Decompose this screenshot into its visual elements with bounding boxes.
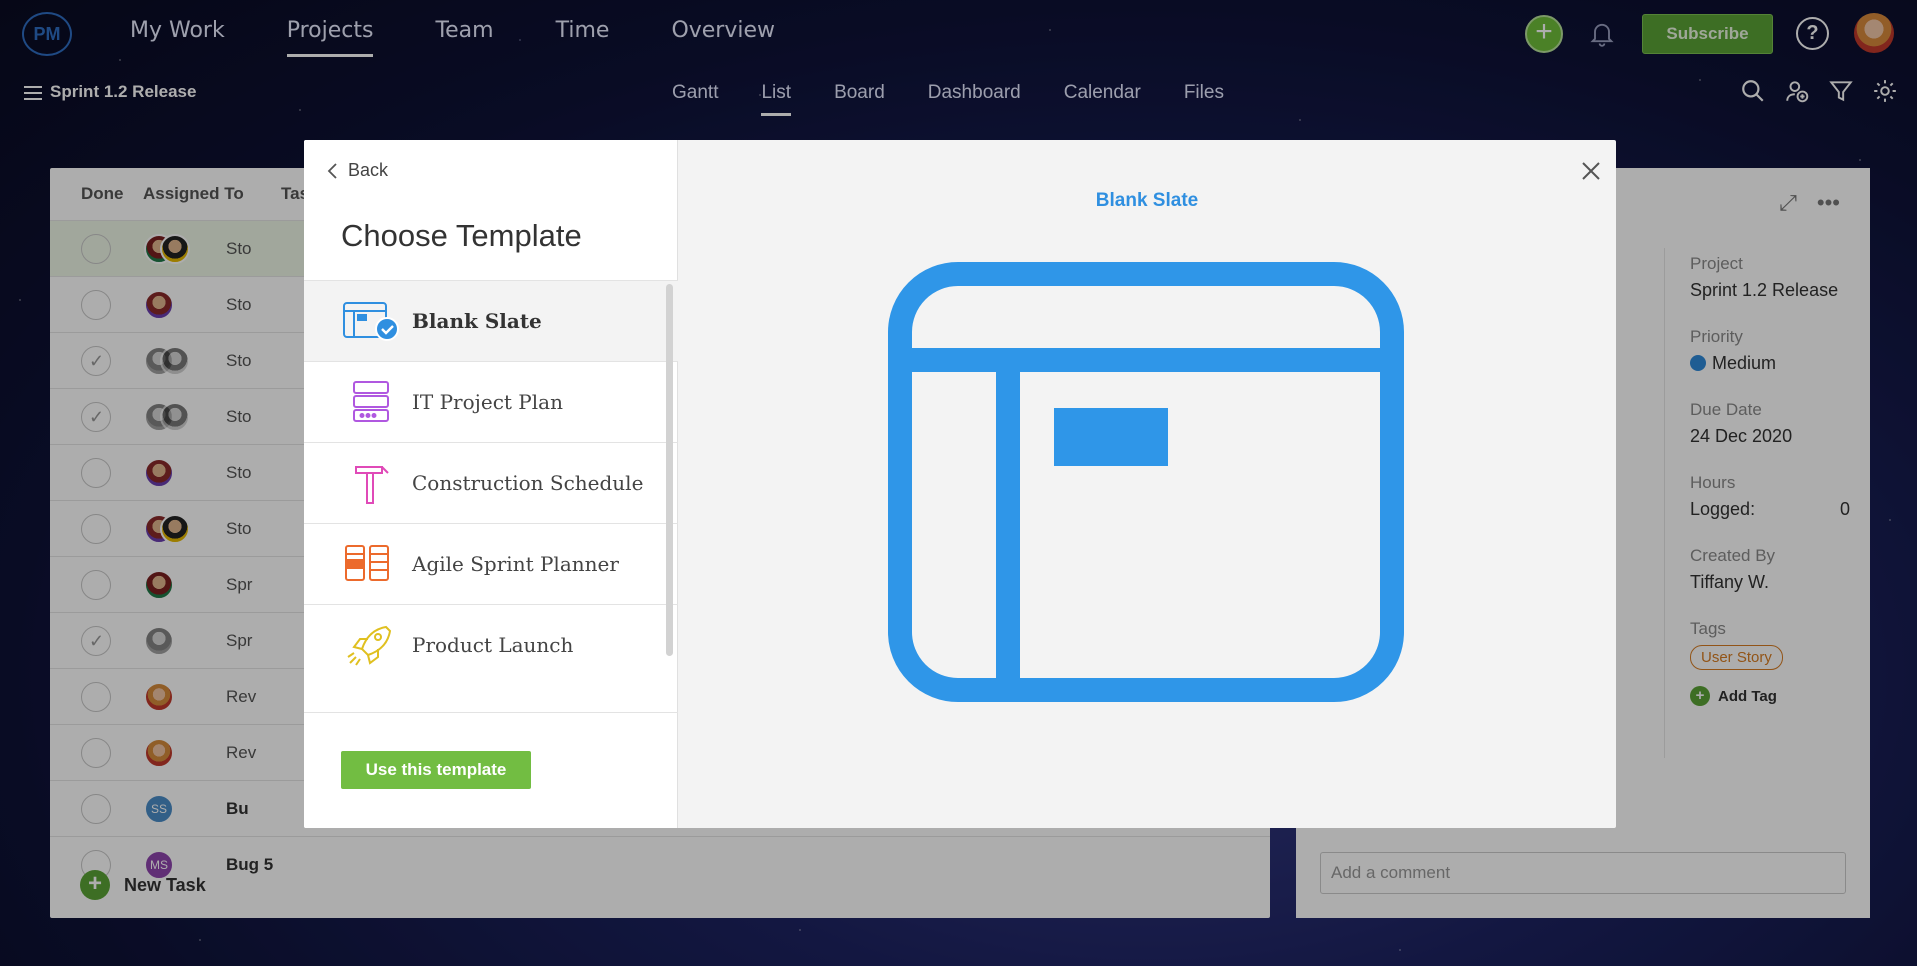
chevron-left-icon bbox=[327, 162, 337, 179]
modal-footer: Use this template bbox=[304, 712, 678, 828]
template-list: Blank Slate IT Project Plan Construction… bbox=[304, 280, 678, 680]
blank-slate-preview-icon bbox=[888, 262, 1404, 702]
template-product-launch[interactable]: Product Launch bbox=[304, 605, 678, 680]
blank-slate-icon bbox=[342, 299, 400, 343]
agile-board-icon bbox=[342, 542, 400, 586]
choose-template-modal: Back Choose Template Blank Slate IT Proj… bbox=[304, 140, 1616, 828]
template-label: Construction Schedule bbox=[412, 471, 644, 495]
template-label: Product Launch bbox=[412, 633, 574, 657]
template-agile-sprint-planner[interactable]: Agile Sprint Planner bbox=[304, 524, 678, 605]
template-it-project-plan[interactable]: IT Project Plan bbox=[304, 362, 678, 443]
template-sidebar: Back Choose Template Blank Slate IT Proj… bbox=[304, 140, 678, 828]
back-button[interactable]: Back bbox=[326, 160, 388, 181]
template-list-scrollbar[interactable] bbox=[666, 284, 673, 656]
template-label: Agile Sprint Planner bbox=[412, 552, 619, 576]
back-label: Back bbox=[348, 160, 389, 180]
use-template-button[interactable]: Use this template bbox=[341, 751, 531, 789]
hammer-icon bbox=[342, 461, 400, 505]
template-blank-slate[interactable]: Blank Slate bbox=[304, 281, 678, 362]
rocket-icon bbox=[342, 623, 400, 667]
template-label: Blank Slate bbox=[412, 309, 542, 333]
modal-title: Choose Template bbox=[341, 218, 582, 253]
it-project-icon bbox=[342, 380, 400, 424]
close-icon[interactable] bbox=[1580, 160, 1602, 182]
preview-title: Blank Slate bbox=[1095, 190, 1199, 211]
template-construction-schedule[interactable]: Construction Schedule bbox=[304, 443, 678, 524]
template-label: IT Project Plan bbox=[412, 390, 563, 414]
